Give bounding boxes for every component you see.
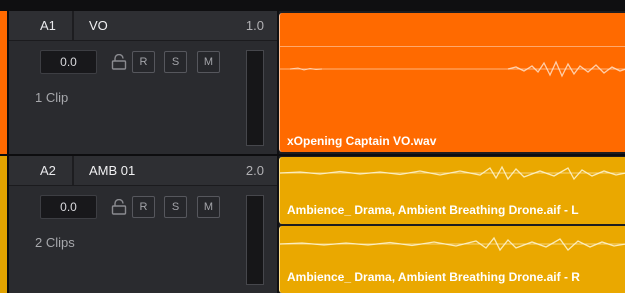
waveform: [280, 236, 625, 252]
track-header-bar: A2 AMB 01 2.0: [9, 156, 277, 186]
solo-button[interactable]: S: [164, 51, 187, 73]
track-id: A2: [40, 163, 56, 178]
clip-name: xOpening Captain VO.wav: [287, 134, 437, 148]
audio-level-meter: [246, 195, 264, 285]
solo-button[interactable]: S: [164, 196, 187, 218]
record-arm-button[interactable]: R: [132, 51, 155, 73]
audio-clip[interactable]: Ambience_ Drama, Ambient Breathing Drone…: [279, 157, 625, 224]
clip-count: 1 Clip: [35, 90, 69, 105]
lock-icon[interactable]: [110, 54, 128, 70]
track-number: 1.0: [245, 18, 264, 33]
track-color-accent: [0, 156, 7, 293]
timeline-top-gap: [0, 0, 625, 11]
audio-level-meter: [246, 50, 264, 146]
track-number: 2.0: [245, 163, 264, 178]
audio-track-a2: A2 AMB 01 2.0 0.0 R S M 2 Clips Ambience…: [0, 156, 625, 293]
waveform: [280, 60, 625, 78]
volume-field[interactable]: 0.0: [40, 50, 97, 74]
audio-track-a1: A1 VO 1.0 0.0 R S M 1 Clip xOpening Capt…: [0, 11, 625, 154]
track-header-a1: A1 VO 1.0 0.0 R S M 1 Clip: [9, 11, 277, 154]
clip-name: Ambience_ Drama, Ambient Breathing Drone…: [287, 270, 580, 284]
track-id: A1: [40, 18, 56, 33]
audio-clip[interactable]: Ambience_ Drama, Ambient Breathing Drone…: [279, 226, 625, 293]
volume-field[interactable]: 0.0: [40, 195, 97, 219]
record-arm-button[interactable]: R: [132, 196, 155, 218]
clip-name: Ambience_ Drama, Ambient Breathing Drone…: [287, 203, 579, 217]
track-header-a2: A2 AMB 01 2.0 0.0 R S M 2 Clips: [9, 156, 277, 293]
lock-icon[interactable]: [110, 199, 128, 215]
track-color-accent: [0, 11, 7, 154]
audio-clip[interactable]: xOpening Captain VO.wav: [279, 13, 625, 152]
mute-button[interactable]: M: [197, 51, 220, 73]
track-header-bar: A1 VO 1.0: [9, 11, 277, 41]
clip-count: 2 Clips: [35, 235, 75, 250]
mute-button[interactable]: M: [197, 196, 220, 218]
waveform: [280, 165, 625, 181]
track-name[interactable]: AMB 01: [89, 163, 135, 178]
track-name[interactable]: VO: [89, 18, 108, 33]
